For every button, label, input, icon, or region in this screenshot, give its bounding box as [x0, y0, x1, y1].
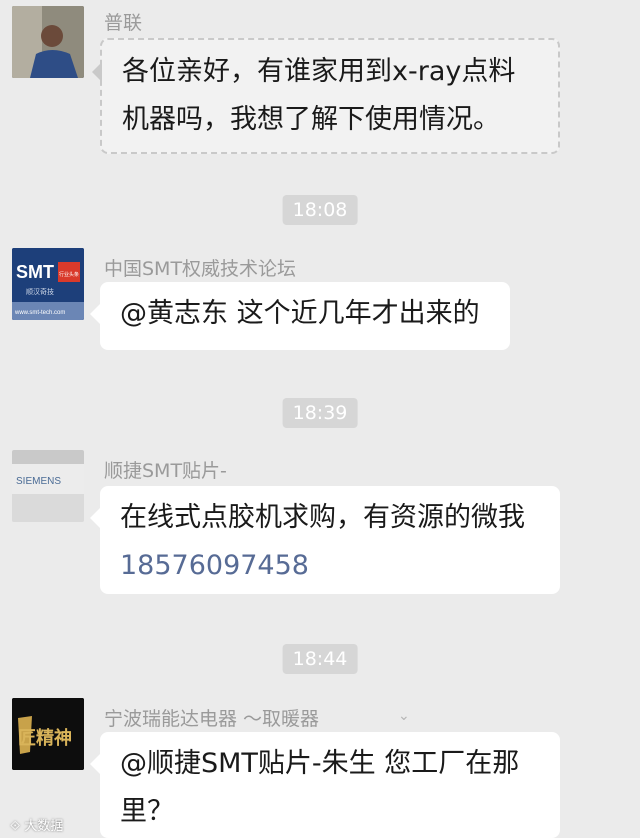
message-bubble[interactable]: 各位亲好，有谁家用到x-ray点料机器吗，我想了解下使用情况。: [92, 38, 560, 154]
watermark-logo-icon: ⟐: [10, 819, 25, 834]
craftsman-text: 匠精神: [18, 727, 72, 749]
avatar[interactable]: [12, 6, 84, 78]
watermark: ⟐ 大数据: [10, 815, 63, 834]
person-photo-icon: [12, 6, 84, 78]
smt-logo-icon: SMT 行业头条 顺汉奇技 www.smt-tech.com: [12, 248, 84, 320]
avatar[interactable]: SIEMENS: [12, 450, 84, 522]
message-bubble[interactable]: @顺捷SMT贴片-朱生 您工厂在那里？: [90, 732, 560, 838]
sender-name: 中国SMT权威技术论坛: [104, 258, 297, 280]
message-text: 在线式点胶机求购，有资源的微我: [120, 502, 525, 533]
smt-logo-text: SMT: [16, 262, 54, 282]
chevron-down-icon: ⌄: [398, 708, 410, 724]
message-bubble[interactable]: 在线式点胶机求购，有资源的微我 18576097458: [90, 486, 560, 594]
message-text: @顺捷SMT贴片-朱生 您工厂在那里？: [120, 748, 520, 827]
smt-url-text: www.smt-tech.com: [14, 310, 65, 316]
siemens-machine-icon: SIEMENS: [12, 450, 84, 522]
sender-name: 顺捷SMT贴片-: [104, 460, 227, 482]
siemens-brand-text: SIEMENS: [16, 476, 61, 487]
avatar[interactable]: SMT 行业头条 顺汉奇技 www.smt-tech.com: [12, 248, 84, 320]
sender-name: 宁波瑞能达电器 ～取暖器: [104, 708, 320, 730]
timestamp: 18:39: [282, 398, 358, 428]
watermark-text: 大数据: [24, 819, 64, 834]
message-bubble[interactable]: @黄志东 这个近几年才出来的: [90, 282, 510, 350]
craftsman-spirit-icon: 匠精神: [12, 698, 84, 770]
phone-number-link[interactable]: 18576097458: [120, 550, 309, 581]
timestamp: 18:08: [282, 195, 358, 225]
smt-badge-text: 行业头条: [59, 271, 79, 278]
avatar[interactable]: 匠精神: [12, 698, 84, 770]
message-text: @黄志东 这个近几年才出来的: [120, 298, 480, 329]
smt-sub-text: 顺汉奇技: [26, 287, 54, 296]
timestamp: 18:44: [282, 644, 358, 674]
message-text: 各位亲好，有谁家用到x-ray点料机器吗，我想了解下使用情况。: [122, 56, 516, 135]
sender-name: 普联: [104, 12, 143, 34]
